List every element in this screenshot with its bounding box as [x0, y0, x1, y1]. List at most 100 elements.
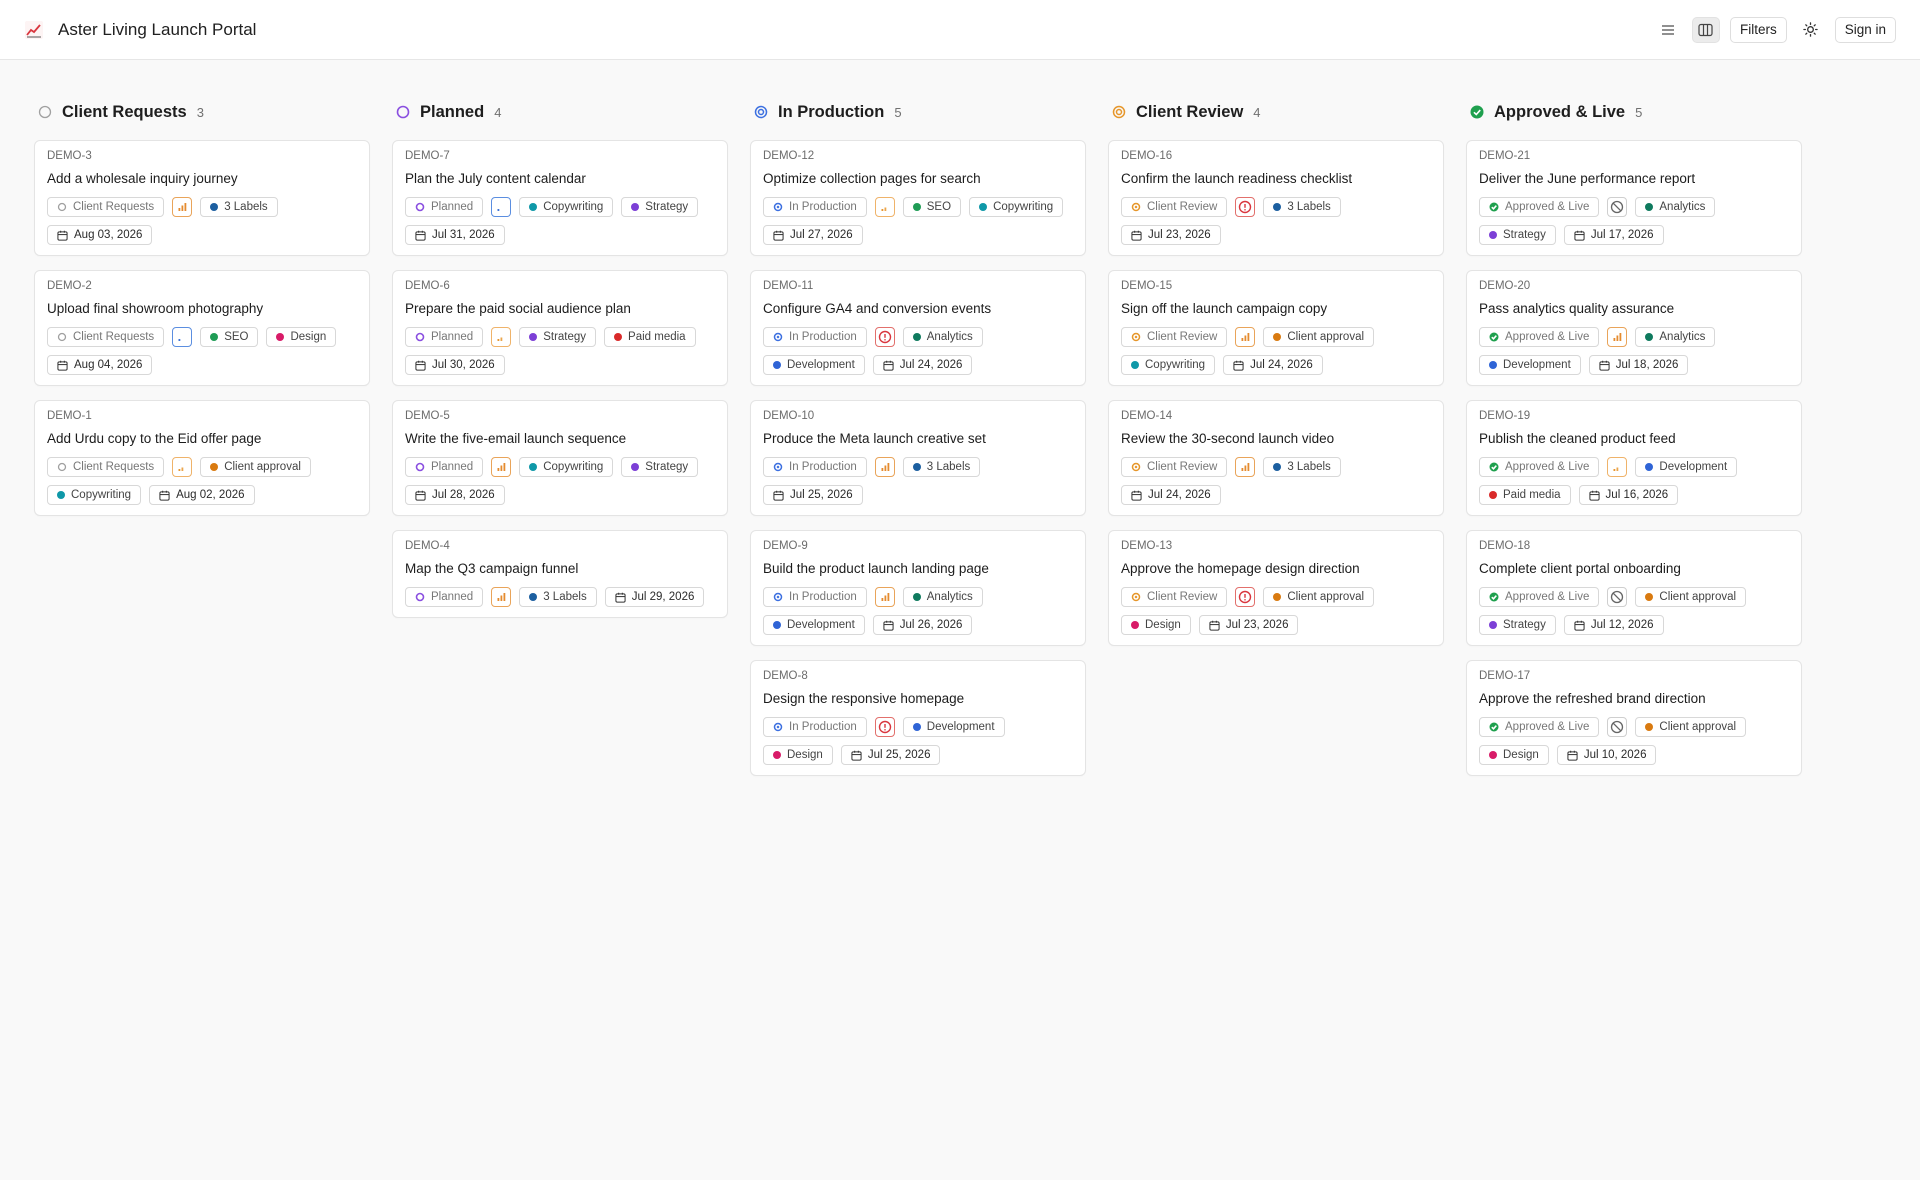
issue-card[interactable]: DEMO-3 Add a wholesale inquiry journey Cli…	[34, 140, 370, 256]
label-chip[interactable]: Strategy	[1479, 615, 1556, 635]
issue-card[interactable]: DEMO-2 Upload final showroom photography C…	[34, 270, 370, 386]
status-chip[interactable]: Approved & Live	[1479, 717, 1600, 737]
status-chip[interactable]: Approved & Live	[1479, 197, 1600, 217]
label-chip[interactable]: Client approval	[1263, 327, 1375, 347]
issue-card[interactable]: DEMO-13 Approve the homepage design direc…	[1108, 530, 1444, 646]
due-date-chip[interactable]: Jul 23, 2026	[1198, 615, 1299, 635]
issue-card[interactable]: DEMO-14 Review the 30-second launch video…	[1108, 400, 1444, 516]
label-chip[interactable]: Analytics	[1635, 197, 1716, 217]
priority-med-icon[interactable]	[874, 197, 895, 217]
priority-high-icon[interactable]	[874, 457, 895, 477]
issue-card[interactable]: DEMO-18 Complete client portal onboarding…	[1466, 530, 1802, 646]
due-date-chip[interactable]: Jul 26, 2026	[872, 615, 973, 635]
label-chip[interactable]: Copywriting	[47, 485, 142, 505]
priority-none-icon[interactable]	[1607, 587, 1628, 607]
label-chip[interactable]: Strategy	[621, 197, 699, 217]
due-date-chip[interactable]: Jul 24, 2026	[1223, 355, 1323, 375]
status-chip[interactable]: Client Review	[1121, 587, 1228, 607]
label-chip[interactable]: Client approval	[1635, 587, 1747, 607]
due-date-chip[interactable]: Jul 30, 2026	[405, 355, 505, 375]
priority-urgent-icon[interactable]	[1235, 197, 1256, 217]
due-date-chip[interactable]: Jul 24, 2026	[872, 355, 973, 375]
issue-card[interactable]: DEMO-8 Design the responsive homepage In P…	[750, 660, 1086, 776]
label-chip[interactable]: Analytics	[902, 587, 983, 607]
status-chip[interactable]: Planned	[405, 327, 484, 347]
priority-none-icon[interactable]	[1607, 197, 1628, 217]
label-chip[interactable]: Strategy	[621, 457, 699, 477]
due-date-chip[interactable]: Jul 18, 2026	[1588, 355, 1689, 375]
issue-card[interactable]: DEMO-9 Build the product launch landing p…	[750, 530, 1086, 646]
status-chip[interactable]: Client Review	[1121, 327, 1228, 347]
status-chip[interactable]: Approved & Live	[1479, 327, 1600, 347]
label-chip[interactable]: 3 Labels	[902, 457, 981, 477]
label-chip[interactable]: Development	[763, 615, 865, 635]
priority-low-icon[interactable]	[491, 197, 512, 217]
label-chip[interactable]: Client approval	[200, 457, 311, 477]
status-chip[interactable]: Client Requests	[47, 327, 165, 347]
label-chip[interactable]: Design	[763, 745, 833, 765]
due-date-chip[interactable]: Jul 25, 2026	[840, 745, 941, 765]
priority-med-icon[interactable]	[172, 457, 193, 477]
label-chip[interactable]: 3 Labels	[200, 197, 278, 217]
issue-card[interactable]: DEMO-11 Configure GA4 and conversion even…	[750, 270, 1086, 386]
label-chip[interactable]: Copywriting	[1121, 355, 1216, 375]
status-chip[interactable]: In Production	[763, 587, 867, 607]
status-chip[interactable]: Client Requests	[47, 197, 165, 217]
priority-high-icon[interactable]	[1607, 327, 1628, 347]
label-chip[interactable]: Strategy	[1479, 225, 1556, 245]
due-date-chip[interactable]: Jul 16, 2026	[1578, 485, 1679, 505]
due-date-chip[interactable]: Jul 25, 2026	[763, 485, 863, 505]
sign-in-button[interactable]: Sign in	[1834, 16, 1896, 43]
status-chip[interactable]: Planned	[405, 587, 484, 607]
due-date-chip[interactable]: Jul 12, 2026	[1563, 615, 1664, 635]
filters-button[interactable]: Filters	[1729, 16, 1787, 43]
status-chip[interactable]: Approved & Live	[1479, 457, 1600, 477]
status-chip[interactable]: Client Review	[1121, 457, 1228, 477]
priority-high-icon[interactable]	[874, 587, 895, 607]
label-chip[interactable]: Client approval	[1635, 717, 1747, 737]
due-date-chip[interactable]: Jul 17, 2026	[1563, 225, 1664, 245]
issue-card[interactable]: DEMO-6 Prepare the paid social audience p…	[392, 270, 728, 386]
issue-card[interactable]: DEMO-21 Deliver the June performance repo…	[1466, 140, 1802, 256]
status-chip[interactable]: In Production	[763, 457, 867, 477]
due-date-chip[interactable]: Jul 27, 2026	[763, 225, 863, 245]
due-date-chip[interactable]: Jul 10, 2026	[1556, 745, 1657, 765]
priority-med-icon[interactable]	[1607, 457, 1628, 477]
priority-urgent-icon[interactable]	[874, 327, 895, 347]
priority-high-icon[interactable]	[491, 457, 512, 477]
due-date-chip[interactable]: Aug 04, 2026	[47, 355, 153, 375]
issue-card[interactable]: DEMO-20 Pass analytics quality assurance A…	[1466, 270, 1802, 386]
label-chip[interactable]: Development	[1635, 457, 1738, 477]
label-chip[interactable]: Copywriting	[969, 197, 1064, 217]
board-view-button[interactable]	[1691, 16, 1720, 43]
list-view-button[interactable]	[1654, 17, 1682, 43]
label-chip[interactable]: 3 Labels	[1263, 457, 1341, 477]
label-chip[interactable]: Development	[763, 355, 865, 375]
due-date-chip[interactable]: Jul 24, 2026	[1121, 485, 1221, 505]
issue-card[interactable]: DEMO-1 Add Urdu copy to the Eid offer pag…	[34, 400, 370, 516]
due-date-chip[interactable]: Jul 31, 2026	[405, 225, 505, 245]
priority-med-icon[interactable]	[491, 327, 512, 347]
label-chip[interactable]: Development	[902, 717, 1005, 737]
label-chip[interactable]: Design	[1121, 615, 1191, 635]
label-chip[interactable]: Client approval	[1263, 587, 1375, 607]
label-chip[interactable]: Copywriting	[519, 197, 614, 217]
status-chip[interactable]: In Production	[763, 197, 867, 217]
label-chip[interactable]: Strategy	[519, 327, 597, 347]
label-chip[interactable]: Paid media	[1479, 485, 1571, 505]
issue-card[interactable]: DEMO-19 Publish the cleaned product feed A…	[1466, 400, 1802, 516]
label-chip[interactable]: Copywriting	[519, 457, 614, 477]
label-chip[interactable]: Development	[1479, 355, 1581, 375]
issue-card[interactable]: DEMO-7 Plan the July content calendar Plan…	[392, 140, 728, 256]
due-date-chip[interactable]: Jul 23, 2026	[1121, 225, 1221, 245]
label-chip[interactable]: SEO	[200, 327, 259, 347]
status-chip[interactable]: Client Requests	[47, 457, 165, 477]
issue-card[interactable]: DEMO-10 Produce the Meta launch creative …	[750, 400, 1086, 516]
label-chip[interactable]: SEO	[902, 197, 962, 217]
priority-high-icon[interactable]	[1235, 457, 1256, 477]
status-chip[interactable]: In Production	[763, 327, 867, 347]
status-chip[interactable]: Approved & Live	[1479, 587, 1600, 607]
due-date-chip[interactable]: Aug 03, 2026	[47, 225, 153, 245]
status-chip[interactable]: In Production	[763, 717, 867, 737]
label-chip[interactable]: 3 Labels	[519, 587, 597, 607]
